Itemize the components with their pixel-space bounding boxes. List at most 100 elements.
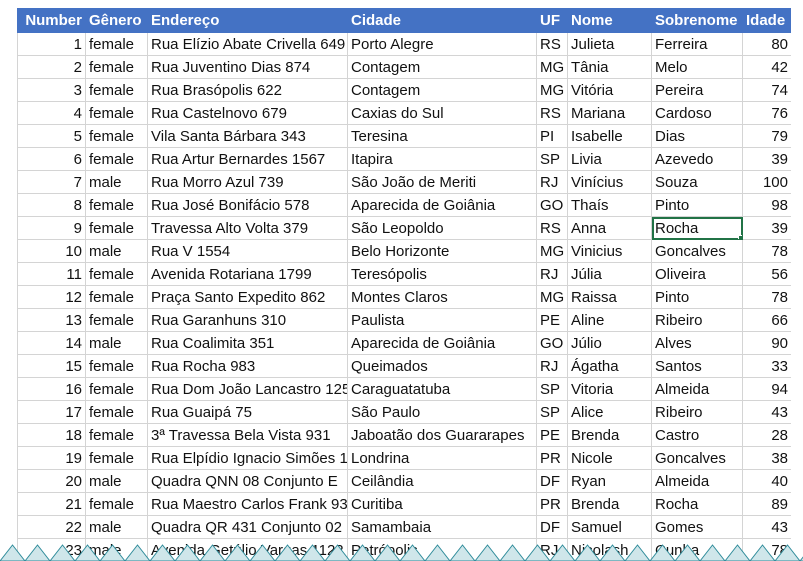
cell-cidade[interactable]: Paulista — [347, 308, 537, 332]
cell-idade[interactable]: 43 — [742, 400, 791, 424]
cell-uf[interactable]: DF — [536, 515, 568, 539]
cell-cidade[interactable]: Jaboatão dos Guararapes — [347, 423, 537, 447]
cell-endereco[interactable]: Rua Guaipá 75 — [147, 400, 348, 424]
cell-idade[interactable]: 33 — [742, 354, 791, 378]
cell-cidade[interactable]: Itapira — [347, 147, 537, 171]
cell-sobrenome[interactable]: Gomes — [651, 515, 743, 539]
cell-sobrenome[interactable]: Ribeiro — [651, 400, 743, 424]
cell-endereco[interactable]: Rua Brasópolis 622 — [147, 78, 348, 102]
cell-sobrenome[interactable]: Castro — [651, 423, 743, 447]
cell-number[interactable]: 7 — [17, 170, 86, 194]
cell-genero[interactable]: female — [85, 285, 148, 309]
cell-sobrenome[interactable]: Goncalves — [651, 446, 743, 470]
cell-idade[interactable]: 74 — [742, 78, 791, 102]
cell-uf[interactable]: PR — [536, 446, 568, 470]
cell-endereco[interactable]: Rua Castelnovo 679 — [147, 101, 348, 125]
cell-cidade[interactable]: Contagem — [347, 78, 537, 102]
cell-number[interactable]: 16 — [17, 377, 86, 401]
cell-idade[interactable]: 66 — [742, 308, 791, 332]
cell-endereco[interactable]: Rua Rocha 983 — [147, 354, 348, 378]
cell-uf[interactable]: RJ — [536, 354, 568, 378]
cell-sobrenome[interactable]: Goncalves — [651, 239, 743, 263]
cell-number[interactable]: 21 — [17, 492, 86, 516]
cell-idade[interactable]: 90 — [742, 331, 791, 355]
cell-number[interactable]: 13 — [17, 308, 86, 332]
cell-genero[interactable]: female — [85, 101, 148, 125]
cell-cidade[interactable]: São João de Meriti — [347, 170, 537, 194]
cell-sobrenome[interactable]: Pereira — [651, 78, 743, 102]
cell-uf[interactable]: RS — [536, 101, 568, 125]
cell-nome[interactable]: Mariana — [567, 101, 652, 125]
cell-nome[interactable]: Thaís — [567, 193, 652, 217]
cell-cidade[interactable]: Aparecida de Goiânia — [347, 331, 537, 355]
cell-uf[interactable]: DF — [536, 469, 568, 493]
cell-genero[interactable]: female — [85, 446, 148, 470]
cell-cidade[interactable]: Contagem — [347, 55, 537, 79]
cell-nome[interactable]: Alice — [567, 400, 652, 424]
cell-cidade[interactable]: Samambaia — [347, 515, 537, 539]
cell-endereco[interactable]: Rua Elpídio Ignacio Simões 1 — [147, 446, 348, 470]
cell-sobrenome[interactable]: Alves — [651, 331, 743, 355]
cell-sobrenome[interactable]: Rocha — [651, 492, 743, 516]
cell-idade[interactable]: 76 — [742, 101, 791, 125]
cell-idade[interactable]: 78 — [742, 239, 791, 263]
cell-cidade[interactable]: Curitiba — [347, 492, 537, 516]
cell-genero[interactable]: female — [85, 377, 148, 401]
cell-genero[interactable]: male — [85, 331, 148, 355]
cell-uf[interactable]: SP — [536, 147, 568, 171]
cell-cidade[interactable]: Queimados — [347, 354, 537, 378]
cell-cidade[interactable]: Belo Horizonte — [347, 239, 537, 263]
cell-genero[interactable]: female — [85, 262, 148, 286]
cell-endereco[interactable]: Rua Dom João Lancastro 125 — [147, 377, 348, 401]
cell-idade[interactable]: 94 — [742, 377, 791, 401]
cell-idade[interactable]: 78 — [742, 285, 791, 309]
column-header-genero[interactable]: Gênero — [85, 8, 148, 33]
cell-idade[interactable]: 98 — [742, 193, 791, 217]
cell-number[interactable]: 10 — [17, 239, 86, 263]
cell-cidade[interactable]: São Leopoldo — [347, 216, 537, 240]
cell-nome[interactable]: Vitória — [567, 78, 652, 102]
column-header-idade[interactable]: Idade — [742, 8, 791, 33]
cell-nome[interactable]: Júlia — [567, 262, 652, 286]
cell-nome[interactable]: Júlio — [567, 331, 652, 355]
cell-genero[interactable]: female — [85, 147, 148, 171]
cell-uf[interactable]: RS — [536, 32, 568, 56]
cell-number[interactable]: 4 — [17, 101, 86, 125]
cell-endereco[interactable]: 3ª Travessa Bela Vista 931 — [147, 423, 348, 447]
cell-endereco[interactable]: Travessa Alto Volta 379 — [147, 216, 348, 240]
cell-cidade[interactable]: Teresina — [347, 124, 537, 148]
cell-nome[interactable]: Anna — [567, 216, 652, 240]
cell-genero[interactable]: female — [85, 32, 148, 56]
cell-number[interactable]: 22 — [17, 515, 86, 539]
cell-endereco[interactable]: Rua V 1554 — [147, 239, 348, 263]
cell-uf[interactable]: MG — [536, 285, 568, 309]
cell-sobrenome[interactable]: Ferreira — [651, 32, 743, 56]
cell-number[interactable]: 11 — [17, 262, 86, 286]
cell-sobrenome[interactable]: Santos — [651, 354, 743, 378]
column-header-sobrenome[interactable]: Sobrenome — [651, 8, 743, 33]
cell-idade[interactable]: 80 — [742, 32, 791, 56]
cell-idade[interactable]: 89 — [742, 492, 791, 516]
cell-cidade[interactable]: Caxias do Sul — [347, 101, 537, 125]
cell-uf[interactable]: GO — [536, 331, 568, 355]
cell-nome[interactable]: Aline — [567, 308, 652, 332]
cell-endereco[interactable]: Rua Morro Azul 739 — [147, 170, 348, 194]
cell-genero[interactable]: female — [85, 308, 148, 332]
cell-endereco[interactable]: Rua Artur Bernardes 1567 — [147, 147, 348, 171]
cell-genero[interactable]: male — [85, 239, 148, 263]
cell-genero[interactable]: male — [85, 515, 148, 539]
cell-uf[interactable]: RS — [536, 216, 568, 240]
cell-nome[interactable]: Livia — [567, 147, 652, 171]
cell-sobrenome[interactable]: Almeida — [651, 469, 743, 493]
cell-nome[interactable]: Samuel — [567, 515, 652, 539]
cell-genero[interactable]: female — [85, 78, 148, 102]
active-cell[interactable]: Rocha — [651, 216, 743, 240]
cell-idade[interactable]: 38 — [742, 446, 791, 470]
cell-endereco[interactable]: Rua José Bonifácio 578 — [147, 193, 348, 217]
cell-idade[interactable]: 79 — [742, 124, 791, 148]
column-header-nome[interactable]: Nome — [567, 8, 652, 33]
cell-cidade[interactable]: Montes Claros — [347, 285, 537, 309]
cell-nome[interactable]: Vitoria — [567, 377, 652, 401]
cell-uf[interactable]: PR — [536, 492, 568, 516]
cell-sobrenome[interactable]: Dias — [651, 124, 743, 148]
